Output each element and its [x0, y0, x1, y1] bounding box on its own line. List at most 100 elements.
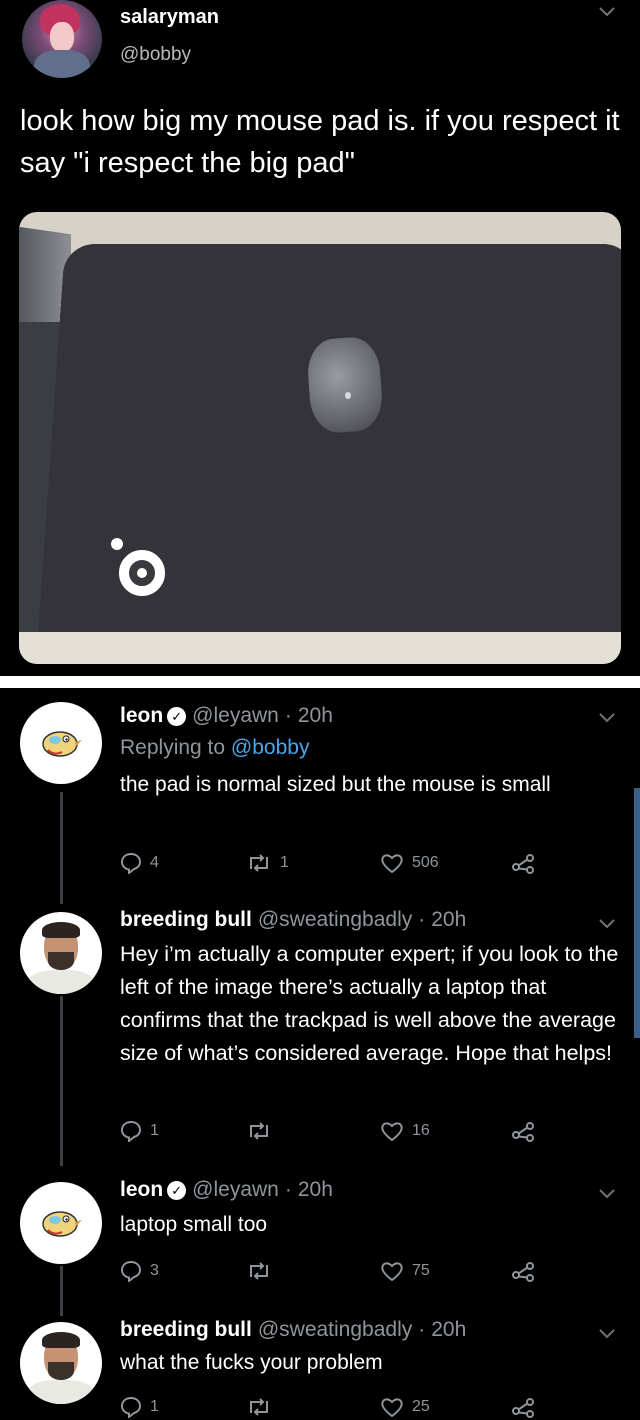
share-icon [512, 1262, 534, 1282]
replying-to: Replying to @bobby [120, 736, 309, 760]
comment-icon [120, 1396, 142, 1418]
chevron-down-icon[interactable] [598, 1188, 616, 1200]
avatar-body [34, 50, 90, 78]
tweet-actions: 4 1 506 [120, 852, 540, 876]
avatar[interactable] [20, 1322, 102, 1404]
avatar-hair [42, 922, 80, 938]
comment-icon [120, 852, 142, 874]
comment-icon [120, 1260, 142, 1282]
op-display-name[interactable]: salaryman [120, 6, 219, 29]
like-button[interactable]: 25 [380, 1396, 430, 1418]
reply-author[interactable]: leon ✓ @leyawn · 20h [120, 704, 333, 728]
chevron-down-icon[interactable] [598, 712, 616, 724]
retweet-count: 1 [280, 854, 289, 871]
share-icon [512, 1122, 534, 1142]
reply-text: laptop small too [120, 1213, 268, 1236]
share-icon [512, 1398, 534, 1418]
separator: · [284, 704, 292, 727]
bird-avatar-icon [42, 731, 82, 757]
separator: · [418, 1318, 426, 1341]
reply-button[interactable]: 1 [120, 1120, 159, 1142]
handle[interactable]: @sweatingbadly [258, 908, 412, 931]
timestamp[interactable]: 20h [298, 1178, 333, 1201]
avatar-beard [48, 952, 74, 970]
heart-icon [381, 854, 403, 874]
like-count: 75 [412, 1262, 430, 1279]
reply-tweet[interactable]: breeding bull @sweatingbadly · 20h Hey i’m … [0, 898, 640, 1168]
retweet-button[interactable] [246, 1260, 280, 1282]
display-name[interactable]: breeding bull [120, 1318, 252, 1341]
tweet-actions: 3 75 [120, 1260, 540, 1284]
avatar[interactable] [20, 1182, 102, 1264]
photo-brand-logo-dot [111, 538, 123, 550]
reply-author[interactable]: leon ✓ @leyawn · 20h [120, 1178, 333, 1202]
reply-button[interactable]: 3 [120, 1260, 159, 1282]
photo-desk [19, 632, 621, 664]
retweet-icon [250, 854, 268, 872]
retweet-button[interactable]: 1 [246, 852, 289, 874]
share-button[interactable] [510, 1396, 536, 1418]
separator: · [284, 1178, 292, 1201]
heart-icon [381, 1398, 403, 1418]
chevron-down-icon[interactable] [598, 918, 616, 930]
screenshot-divider [0, 676, 640, 688]
handle[interactable]: @leyawn [192, 1178, 279, 1201]
separator: · [418, 908, 426, 931]
chevron-down-icon[interactable] [598, 1328, 616, 1340]
verified-badge-icon: ✓ [167, 707, 187, 726]
retweet-button[interactable] [246, 1396, 280, 1418]
reply-count: 4 [150, 854, 159, 871]
reply-button[interactable]: 4 [120, 852, 159, 874]
share-icon [512, 854, 534, 874]
retweet-icon [250, 1122, 268, 1140]
display-name[interactable]: leon [120, 704, 163, 727]
timestamp[interactable]: 20h [298, 704, 333, 727]
bird-avatar-icon [42, 1211, 82, 1237]
reply-tweet[interactable]: breeding bull @sweatingbadly · 20h what the… [0, 1308, 640, 1418]
replying-to-label: Replying to [120, 736, 226, 759]
handle[interactable]: @leyawn [192, 704, 279, 727]
display-name[interactable]: breeding bull [120, 908, 252, 931]
reply-button[interactable]: 1 [120, 1396, 159, 1418]
tweet-actions: 1 25 [120, 1396, 540, 1420]
verified-badge-icon: ✓ [167, 1181, 187, 1200]
retweet-icon [250, 1262, 268, 1280]
avatar[interactable] [20, 702, 102, 784]
like-button[interactable]: 506 [380, 852, 439, 874]
reply-tweet[interactable]: leon ✓ @leyawn · 20h Replying to @bobby the … [0, 688, 640, 898]
photo-mouse-pad [36, 244, 621, 663]
retweet-button[interactable] [246, 1120, 280, 1142]
reply-author[interactable]: breeding bull @sweatingbadly · 20h [120, 1318, 466, 1342]
avatar-shirt [28, 1380, 94, 1404]
share-button[interactable] [510, 852, 536, 874]
timestamp[interactable]: 20h [431, 1318, 466, 1341]
reply-author[interactable]: breeding bull @sweatingbadly · 20h [120, 908, 466, 932]
comment-icon [120, 1120, 142, 1142]
handle[interactable]: @sweatingbadly [258, 1318, 412, 1341]
share-button[interactable] [510, 1260, 536, 1282]
reply-tweet[interactable]: leon ✓ @leyawn · 20h laptop small too 3 75 [0, 1168, 640, 1308]
like-count: 16 [412, 1122, 430, 1139]
tweet-photo[interactable] [19, 212, 621, 664]
display-name[interactable]: leon [120, 1178, 163, 1201]
avatar-beard [48, 1362, 74, 1380]
avatar[interactable] [22, 0, 102, 78]
like-button[interactable]: 75 [380, 1260, 430, 1282]
timestamp[interactable]: 20h [431, 908, 466, 931]
op-handle[interactable]: @bobby [120, 44, 191, 66]
avatar[interactable] [20, 912, 102, 994]
avatar-face [50, 22, 74, 52]
reply-text: the pad is normal sized but the mouse is… [120, 773, 551, 796]
reply-count: 1 [150, 1122, 159, 1139]
photo-mouse [305, 335, 385, 435]
photo-mouse-logo [345, 392, 351, 399]
like-button[interactable]: 16 [380, 1120, 430, 1142]
chevron-down-icon[interactable] [596, 2, 618, 20]
reply-text: Hey i’m actually a computer expert; if y… [120, 942, 619, 1065]
avatar-hair [42, 1332, 80, 1348]
share-button[interactable] [510, 1120, 536, 1142]
reply-count: 3 [150, 1262, 159, 1279]
reply-text: what the fucks your problem [120, 1351, 383, 1374]
replying-to-link[interactable]: @bobby [231, 736, 310, 759]
photo-brand-logo-center [137, 568, 147, 578]
